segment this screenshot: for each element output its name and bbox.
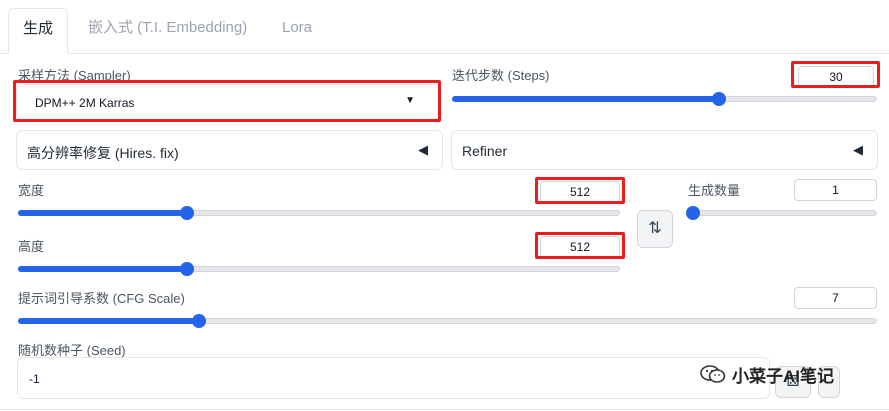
tab-lora[interactable]: Lora — [268, 8, 326, 54]
height-slider-thumb[interactable] — [180, 262, 194, 276]
height-highlight-frame — [535, 232, 625, 259]
hires-fix-accordion[interactable]: 高分辨率修复 (Hires. fix) ◀ — [16, 130, 443, 170]
hires-fix-label: 高分辨率修复 (Hires. fix) — [27, 145, 179, 161]
refiner-label: Refiner — [462, 143, 508, 159]
steps-highlight-frame — [791, 61, 880, 88]
steps-label: 迭代步数 (Steps) — [452, 68, 550, 83]
collapse-triangle-icon: ◀ — [418, 142, 428, 157]
watermark-text: 小菜子AI笔记 — [732, 367, 834, 386]
collapse-triangle-icon: ◀ — [853, 142, 863, 157]
width-slider[interactable] — [18, 206, 620, 220]
batch-count-slider[interactable] — [686, 206, 877, 220]
cfg-scale-input[interactable]: 7 — [794, 287, 877, 309]
tab-generate[interactable]: 生成 — [8, 8, 69, 54]
height-label: 高度 — [18, 239, 45, 254]
cfg-scale-slider-thumb[interactable] — [191, 314, 206, 328]
bottom-divider — [0, 409, 889, 410]
refiner-accordion[interactable]: Refiner ◀ — [451, 130, 878, 170]
height-slider[interactable] — [18, 262, 620, 276]
cfg-scale-slider[interactable] — [18, 314, 877, 328]
steps-slider[interactable] — [452, 92, 877, 106]
batch-count-input[interactable]: 1 — [794, 179, 877, 201]
sampler-highlight-frame — [13, 80, 441, 122]
swap-vertical-icon: ⇅ — [648, 220, 662, 237]
seed-input[interactable]: -1 — [17, 357, 770, 399]
tab-embedding[interactable]: 嵌入式 (T.I. Embedding) — [74, 8, 261, 54]
wechat-logo-icon — [700, 364, 726, 384]
batch-count-slider-thumb[interactable] — [686, 206, 700, 220]
width-slider-thumb[interactable] — [180, 206, 194, 220]
width-label: 宽度 — [18, 183, 45, 198]
cfg-scale-label: 提示词引导系数 (CFG Scale) — [18, 291, 185, 306]
swap-dimensions-button[interactable]: ⇅ — [637, 210, 673, 248]
seed-value: -1 — [29, 372, 40, 386]
batch-count-label: 生成数量 — [688, 183, 741, 198]
steps-slider-thumb[interactable] — [712, 92, 727, 106]
width-highlight-frame — [535, 177, 625, 204]
